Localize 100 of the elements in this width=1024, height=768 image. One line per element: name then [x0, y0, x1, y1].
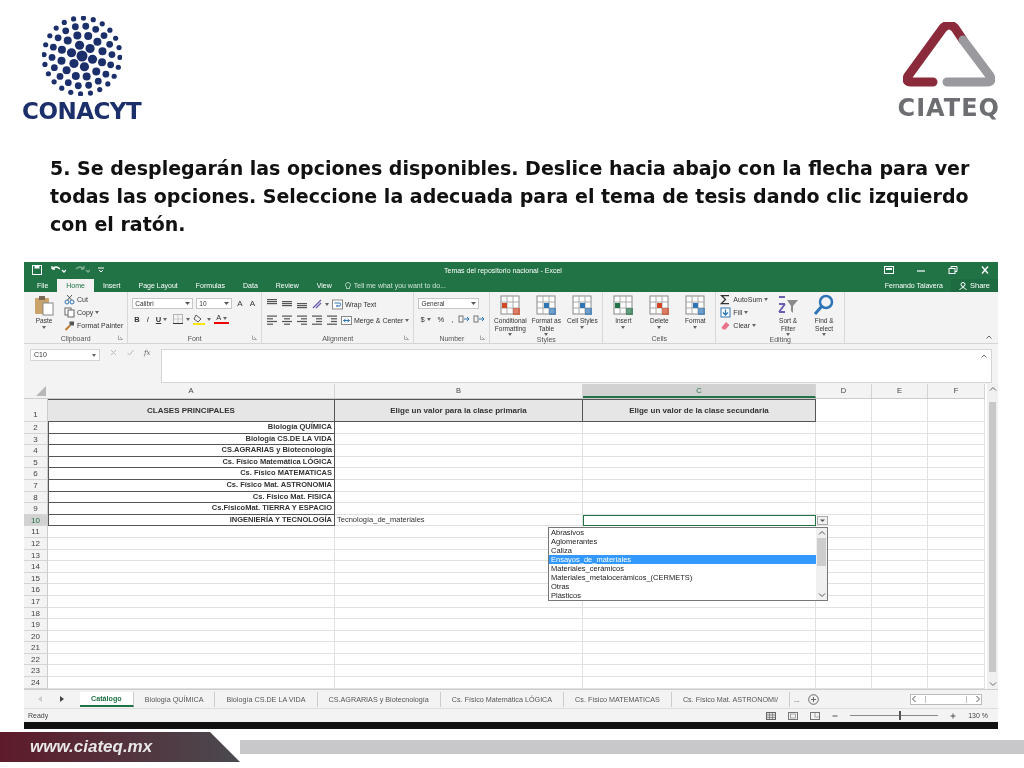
- caret-icon: [223, 316, 228, 320]
- row-header[interactable]: 11: [24, 526, 48, 538]
- close-icon[interactable]: [980, 266, 990, 274]
- table-cell: [872, 445, 928, 457]
- row-header[interactable]: 14: [24, 561, 48, 573]
- undo-icon[interactable]: [50, 265, 66, 275]
- caret-icon: [752, 324, 757, 327]
- table-cell: [928, 468, 985, 480]
- shrink-font-button[interactable]: A: [247, 299, 257, 308]
- scroll-left-icon[interactable]: [911, 695, 917, 703]
- table-cell: [816, 665, 872, 678]
- caret-icon: [657, 325, 662, 329]
- decrease-decimal-icon[interactable]: [473, 313, 486, 325]
- table-cell: [872, 422, 928, 434]
- caret-icon: [95, 311, 100, 314]
- table-cell: [928, 526, 985, 538]
- table-cell: [872, 607, 928, 620]
- caret-icon: [621, 325, 626, 329]
- row-header[interactable]: 4: [24, 445, 48, 457]
- table-cell: [816, 468, 872, 480]
- redo-icon[interactable]: [74, 265, 90, 275]
- collapse-ribbon-icon[interactable]: [986, 335, 992, 339]
- table-cell: [872, 491, 928, 504]
- table-cell: [872, 399, 928, 422]
- table-cell: [872, 526, 928, 538]
- ribbon-display-icon[interactable]: [884, 266, 894, 274]
- caret-icon: [786, 333, 791, 336]
- table-cell: [872, 619, 928, 631]
- next-sheet-icon[interactable]: [58, 695, 66, 703]
- page-break-icon[interactable]: [810, 711, 821, 720]
- eraser-icon: [720, 320, 732, 331]
- table-cell: [928, 642, 985, 654]
- formula-input[interactable]: [160, 349, 992, 383]
- table-cell: [872, 653, 928, 666]
- align-center-icon[interactable]: [281, 314, 293, 326]
- scroll-up-icon[interactable]: [817, 530, 826, 536]
- table-cell: [816, 642, 872, 654]
- row-header[interactable]: 16: [24, 584, 48, 596]
- dialog-launcher-icon[interactable]: [118, 335, 124, 340]
- table-cell: [928, 584, 985, 596]
- dropdown-arrow-icon[interactable]: [817, 516, 828, 525]
- save-icon[interactable]: [32, 265, 42, 275]
- row-header[interactable]: 1: [24, 399, 48, 422]
- table-cell: [872, 456, 928, 469]
- footer-url: www.ciateq.mx: [30, 737, 153, 757]
- paint-bucket-icon[interactable]: [193, 313, 206, 325]
- align-left-icon[interactable]: [266, 314, 278, 326]
- logo-text: CONACYT: [22, 98, 142, 124]
- grow-font-button[interactable]: A: [235, 299, 245, 308]
- table-cell: [816, 445, 872, 457]
- table-cell: [816, 619, 872, 631]
- outdent-icon[interactable]: [311, 314, 323, 326]
- logo-text: CIATEQ: [897, 94, 1000, 122]
- customize-icon[interactable]: [98, 266, 104, 274]
- zoom-out-icon[interactable]: [832, 712, 839, 719]
- scroll-down-icon[interactable]: [817, 592, 826, 598]
- caret-icon: [544, 333, 549, 336]
- caret-icon: [693, 325, 698, 329]
- scroll-right-icon[interactable]: [975, 695, 981, 703]
- border-grid-icon[interactable]: [172, 313, 185, 325]
- table-cell: [928, 619, 985, 631]
- table-cell: [928, 549, 985, 562]
- table-cell: [816, 399, 872, 422]
- list-scrollbar[interactable]: [816, 528, 827, 600]
- slanted-text-icon[interactable]: [311, 298, 323, 310]
- table-cell: [872, 561, 928, 573]
- table-cell: [816, 433, 872, 446]
- row-header[interactable]: 9: [24, 503, 48, 515]
- zoom-in-icon[interactable]: [950, 712, 957, 719]
- restore-icon[interactable]: [948, 266, 958, 274]
- dialog-launcher-icon[interactable]: [480, 335, 486, 340]
- table-cell: [872, 584, 928, 596]
- expand-icon[interactable]: [981, 354, 987, 358]
- add-sheet-icon[interactable]: [807, 693, 819, 705]
- table-cell: CLASES PRINCIPALES: [48, 399, 335, 422]
- dot-emblem-icon: [41, 16, 122, 96]
- row-header[interactable]: 24: [24, 677, 48, 689]
- row-header[interactable]: 19: [24, 619, 48, 631]
- align-right-icon[interactable]: [296, 314, 308, 326]
- table-cell: [872, 479, 928, 492]
- merge-icon: [341, 314, 352, 326]
- table-cell: [928, 399, 985, 422]
- horizontal-scrollbar[interactable]: [910, 693, 982, 705]
- table-cell: Elige un valor para la clase primaria: [335, 399, 583, 422]
- table-cell: [928, 677, 985, 689]
- table-cell: [928, 572, 985, 585]
- row-header[interactable]: 23: [24, 665, 48, 678]
- row-header[interactable]: 21: [24, 642, 48, 654]
- caret-icon: [471, 302, 477, 305]
- normal-view-icon[interactable]: [766, 711, 777, 720]
- dialog-launcher-icon[interactable]: [252, 335, 257, 340]
- page-layout-icon[interactable]: [788, 711, 799, 720]
- row-header[interactable]: 6: [24, 468, 48, 480]
- dialog-launcher-icon[interactable]: [404, 335, 410, 340]
- table-cell: [872, 572, 928, 585]
- row-header[interactable]: 2: [24, 422, 48, 434]
- table-cell: [872, 549, 928, 562]
- increase-decimal-icon[interactable]: [458, 313, 471, 325]
- caret-icon: [42, 325, 46, 329]
- indent-icon[interactable]: [326, 314, 338, 326]
